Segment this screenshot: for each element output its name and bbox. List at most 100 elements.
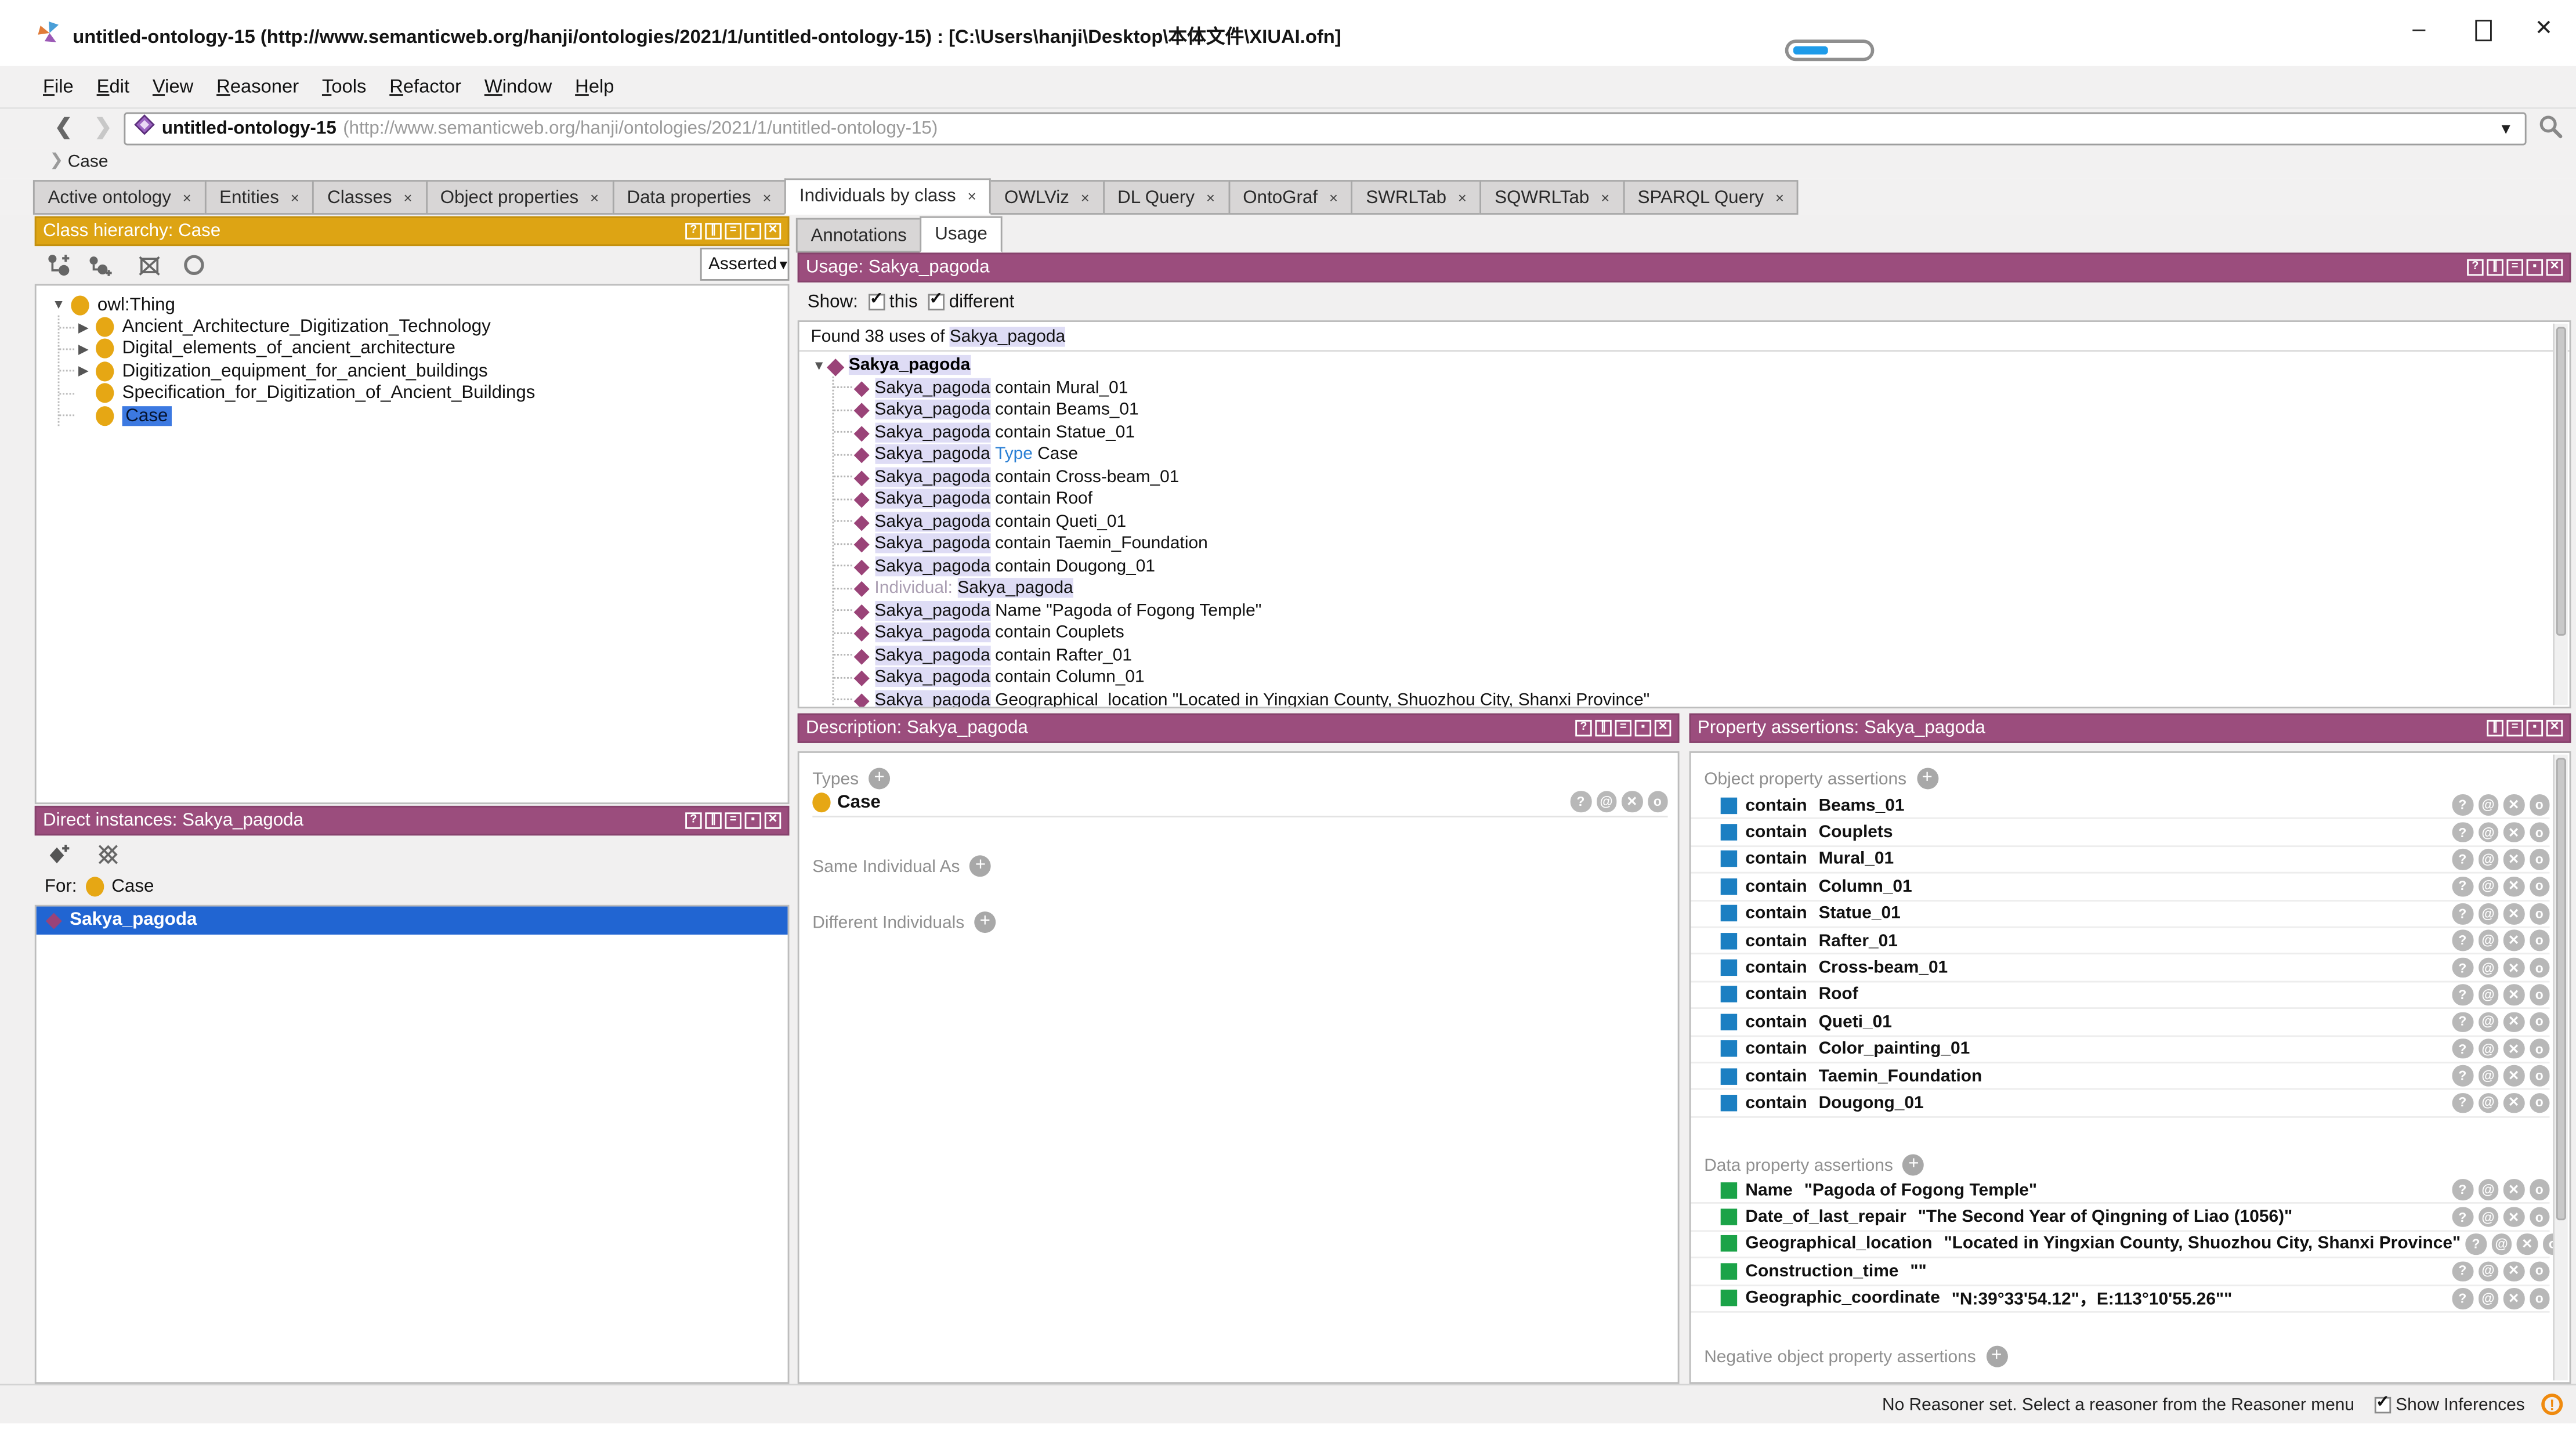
annotate-icon[interactable]: @ (1596, 791, 1617, 812)
annotate-icon[interactable]: @ (2478, 849, 2499, 870)
usage-scrollbar[interactable] (2553, 324, 2568, 705)
close-icon[interactable]: ✕ (1655, 720, 1671, 736)
menu-edit[interactable]: Edit (97, 77, 129, 96)
tab-data-properties[interactable]: Data properties× (612, 180, 786, 215)
usage-row[interactable]: ◆Sakya_pagoda Name "Pagoda of Fogong Tem… (834, 599, 2569, 621)
delete-icon[interactable]: ✕ (2503, 1066, 2524, 1087)
close-icon[interactable]: ✕ (765, 812, 781, 828)
tab-close-icon[interactable]: × (1458, 189, 1467, 205)
add-different-individual-button[interactable]: + (974, 911, 996, 933)
delete-icon[interactable]: ✕ (2503, 1261, 2524, 1282)
tree-item-digitization-equipment-for-ancient-buildings[interactable]: ▶Digitization_equipment_for_ancient_buil… (59, 360, 787, 382)
expand-icon[interactable]: ▪ (2527, 720, 2543, 736)
tab-dl-query[interactable]: DL Query× (1103, 180, 1230, 215)
object-assertion-row[interactable]: containCouplets?@✕o (1691, 820, 2549, 847)
collapse-icon[interactable]: = (725, 223, 741, 239)
delete-icon[interactable]: ✕ (2517, 1234, 2538, 1255)
forward-button[interactable]: ❯ (94, 114, 112, 140)
tab-active-ontology[interactable]: Active ontology× (33, 180, 206, 215)
property-assertions-scrollbar-thumb[interactable] (2556, 758, 2566, 1220)
expand-icon[interactable]: ▪ (745, 812, 761, 828)
collapse-icon[interactable]: = (1615, 720, 1631, 736)
explain-icon[interactable]: ? (2452, 930, 2473, 951)
tab-close-icon[interactable]: × (1081, 189, 1090, 205)
subtab-usage[interactable]: Usage (920, 216, 1003, 253)
menu-help[interactable]: Help (575, 77, 614, 96)
object-assertion-row[interactable]: containBeams_01?@✕o (1691, 793, 2549, 820)
tab-close-icon[interactable]: × (291, 189, 299, 205)
menu-view[interactable]: View (153, 77, 193, 96)
tree-item-specification-for-digitization-of-ancient-buildings[interactable]: Specification_for_Digitization_of_Ancien… (59, 382, 787, 404)
usage-row[interactable]: ◆Sakya_pagoda contain Queti_01 (834, 510, 2569, 532)
object-assertion-row[interactable]: containStatue_01?@✕o (1691, 901, 2549, 928)
delete-icon[interactable]: ✕ (1622, 791, 1642, 812)
object-assertion-row[interactable]: containMural_01?@✕o (1691, 846, 2549, 874)
object-assertion-row[interactable]: containRoof?@✕o (1691, 982, 2549, 1009)
add-data-assertion-button[interactable]: + (1903, 1154, 1924, 1175)
edit-icon[interactable]: o (2529, 1261, 2550, 1282)
annotate-icon[interactable]: @ (2478, 985, 2499, 1005)
split-icon[interactable]: ∥ (705, 223, 721, 239)
annotate-icon[interactable]: @ (2478, 1207, 2499, 1228)
tab-classes[interactable]: Classes× (313, 180, 427, 215)
chevron-expanded-icon[interactable]: ▼ (811, 357, 827, 372)
add-subclass-icon[interactable] (46, 252, 71, 285)
tab-sparql-query[interactable]: SPARQL Query× (1623, 180, 1799, 215)
tab-close-icon[interactable]: × (1206, 189, 1215, 205)
delete-icon[interactable]: ✕ (2503, 903, 2524, 924)
help-icon[interactable]: ? (685, 223, 701, 239)
filter-different-checkbox[interactable] (928, 293, 944, 309)
tree-item-owl-thing[interactable]: ▼owl:Thing (37, 294, 788, 316)
edit-icon[interactable]: o (2529, 822, 2550, 843)
usage-row[interactable]: ◆Sakya_pagoda contain Taemin_Foundation (834, 533, 2569, 555)
data-assertion-row[interactable]: Date_of_last_repair"The Second Year of Q… (1691, 1204, 2549, 1232)
explain-icon[interactable]: ? (2452, 876, 2473, 897)
delete-icon[interactable]: ✕ (2503, 957, 2524, 978)
usage-row[interactable]: ◆Sakya_pagoda contain Mural_01 (834, 377, 2569, 399)
edit-icon[interactable]: o (2529, 903, 2550, 924)
explain-icon[interactable]: ? (2452, 1288, 2473, 1309)
delete-icon[interactable]: ✕ (2503, 849, 2524, 870)
tab-close-icon[interactable]: × (590, 189, 599, 205)
ontology-address-field[interactable]: untitled-ontology-15 (http://www.semanti… (124, 113, 2526, 146)
tree-item-ancient-architecture-digitization-technology[interactable]: ▶Ancient_Architecture_Digitization_Techn… (59, 316, 787, 338)
data-assertion-row[interactable]: Geographical_location"Located in Yingxia… (1691, 1232, 2549, 1259)
chevron-down-icon[interactable]: ▼ (2498, 121, 2513, 137)
edit-icon[interactable]: o (2529, 957, 2550, 978)
help-icon[interactable]: ? (2467, 259, 2483, 276)
split-icon[interactable]: ∥ (2487, 720, 2503, 736)
explain-icon[interactable]: ? (2452, 849, 2473, 870)
data-assertion-row[interactable]: Construction_time""?@✕o (1691, 1258, 2549, 1286)
edit-icon[interactable]: o (2529, 1179, 2550, 1200)
explain-icon[interactable]: ? (2452, 1011, 2473, 1032)
type-row[interactable]: Case ?@✕o (812, 788, 1667, 817)
tab-close-icon[interactable]: × (968, 188, 976, 204)
usage-row[interactable]: ◆Sakya_pagoda contain Couplets (834, 622, 2569, 644)
annotate-icon[interactable]: @ (2478, 930, 2499, 951)
close-icon[interactable]: ✕ (2546, 720, 2563, 736)
tab-close-icon[interactable]: × (183, 189, 191, 205)
split-icon[interactable]: ∥ (1595, 720, 1611, 736)
expand-icon[interactable]: ▪ (1635, 720, 1651, 736)
edit-icon[interactable]: o (2529, 985, 2550, 1005)
subtab-annotations[interactable]: Annotations (796, 218, 922, 253)
property-assertions-scrollbar[interactable] (2553, 755, 2568, 1381)
usage-row[interactable]: ◆Sakya_pagoda contain Statue_01 (834, 421, 2569, 443)
chevron-collapsed-icon[interactable]: ▶ (74, 342, 92, 357)
data-assertion-row[interactable]: Geographic_coordinate"N:39°33'54.12"，E:1… (1691, 1286, 2549, 1313)
split-icon[interactable]: ∥ (705, 812, 721, 828)
split-icon[interactable]: ∥ (2487, 259, 2503, 276)
back-button[interactable]: ❮ (55, 114, 73, 140)
usage-row[interactable]: ◆Sakya_pagoda Geographical_location "Loc… (834, 689, 2569, 708)
tab-close-icon[interactable]: × (1601, 189, 1609, 205)
breadcrumb-label[interactable]: Case (68, 152, 108, 172)
tab-individuals-by-class[interactable]: Individuals by class× (784, 178, 991, 215)
add-object-assertion-button[interactable]: + (1916, 768, 1938, 789)
usage-row[interactable]: ◆Individual: Sakya_pagoda (834, 577, 2569, 599)
delete-icon[interactable]: ✕ (2503, 1038, 2524, 1059)
edit-icon[interactable]: o (1647, 791, 1668, 812)
annotate-icon[interactable]: @ (2478, 903, 2499, 924)
annotate-icon[interactable]: @ (2478, 822, 2499, 843)
edit-icon[interactable]: o (2529, 1038, 2550, 1059)
delete-icon[interactable]: ✕ (2503, 822, 2524, 843)
